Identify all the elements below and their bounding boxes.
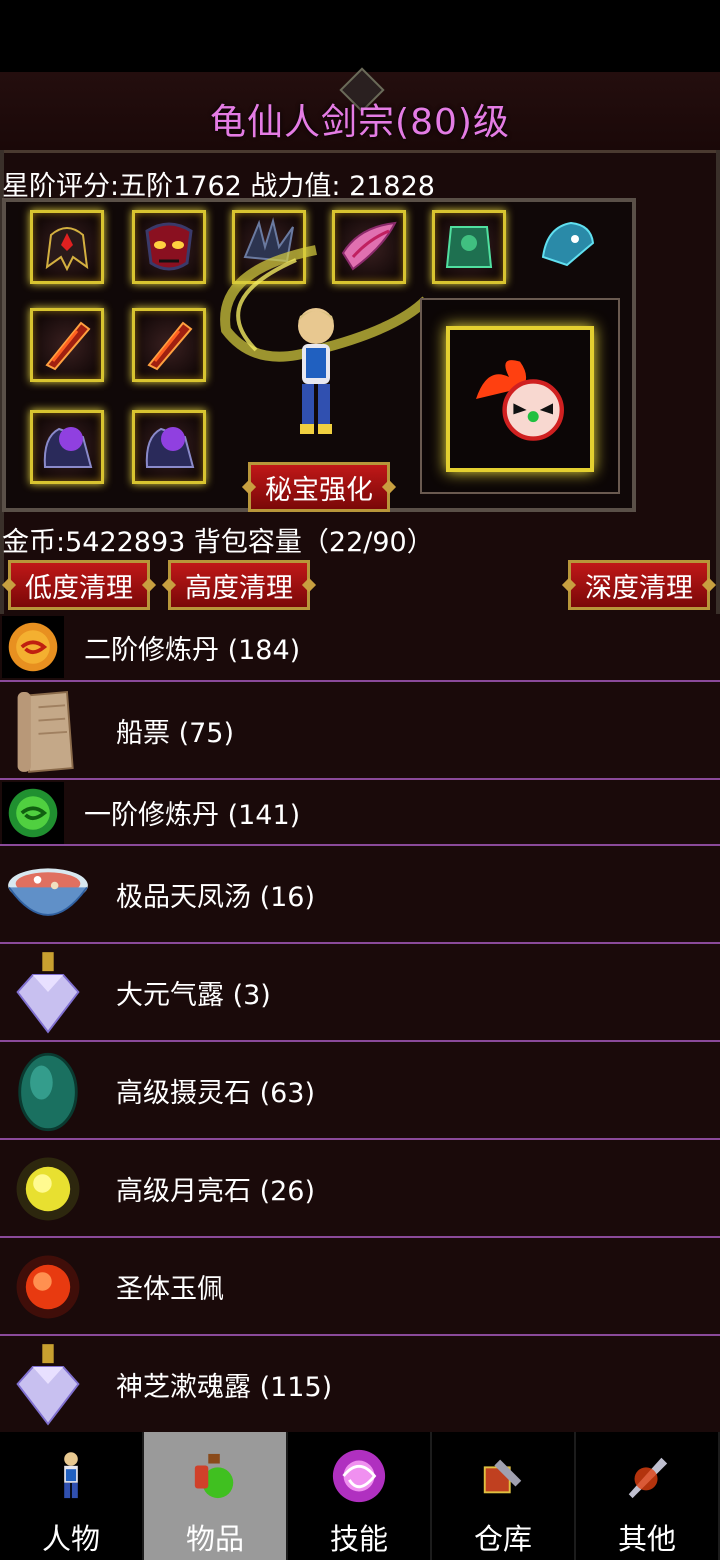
item-name: 圣体玉佩 bbox=[116, 1273, 224, 1305]
equip-slot-weapon-2[interactable] bbox=[132, 308, 206, 382]
list-item[interactable]: 二阶修炼丹 (184) bbox=[0, 614, 720, 682]
equip-slot-dragon[interactable] bbox=[530, 206, 604, 280]
sword-other-icon bbox=[617, 1446, 677, 1506]
item-name: 神芝漱魂露 (115) bbox=[116, 1371, 333, 1403]
tab-label: 物品 bbox=[185, 1522, 244, 1556]
purple-orb-boots-icon bbox=[43, 427, 93, 468]
item-name: 大元气露 (3) bbox=[116, 979, 271, 1011]
item-name: 极品天凤汤 (16) bbox=[116, 881, 316, 913]
equip-slot-boots-2[interactable] bbox=[132, 410, 206, 484]
tab-label: 技能 bbox=[329, 1522, 388, 1556]
list-item[interactable]: 一阶修炼丹 (141) bbox=[0, 780, 720, 846]
pet-slot[interactable] bbox=[446, 326, 594, 472]
tab-skills[interactable]: 技能 bbox=[288, 1432, 432, 1560]
tab-label: 人物 bbox=[41, 1522, 100, 1556]
bottom-tab-bar: 人物 物品 技能 仓库 其他 bbox=[0, 1432, 720, 1560]
purple-orb-boots-icon bbox=[145, 427, 195, 468]
low-clean-button[interactable]: 低度清理 bbox=[8, 560, 150, 610]
list-item[interactable]: 神芝漱魂露 (115) bbox=[0, 1336, 720, 1432]
character-icon bbox=[41, 1446, 101, 1506]
teal-stone-icon bbox=[4, 1048, 92, 1134]
tab-other[interactable]: 其他 bbox=[576, 1432, 720, 1560]
list-item[interactable]: 极品天凤汤 (16) bbox=[0, 846, 720, 944]
tab-label: 其他 bbox=[617, 1522, 676, 1556]
flame-blade-icon bbox=[45, 321, 91, 371]
item-name: 高级月亮石 (26) bbox=[116, 1175, 316, 1207]
scroll-ticket-icon bbox=[4, 688, 92, 774]
crystal-flask-icon bbox=[4, 948, 92, 1038]
treasure-enhance-button[interactable]: 秘宝强化 bbox=[248, 462, 390, 512]
item-name: 高级摄灵石 (63) bbox=[116, 1077, 316, 1109]
page-title: 龟仙人剑宗(80)级 bbox=[210, 102, 510, 143]
status-bar bbox=[0, 0, 720, 72]
inventory-list[interactable]: 二阶修炼丹 (184) 船票 (75) 一阶修炼丹 (141) 极品天凤汤 (1… bbox=[0, 614, 720, 1432]
gold-capacity-text: 金币:5422893 背包容量（22/90） bbox=[2, 527, 434, 558]
red-orb-icon bbox=[4, 1246, 92, 1328]
equip-slot-boots-1[interactable] bbox=[30, 410, 104, 484]
tab-character[interactable]: 人物 bbox=[0, 1432, 144, 1560]
skill-orb-icon bbox=[329, 1446, 389, 1506]
tab-label: 仓库 bbox=[473, 1522, 532, 1556]
warehouse-icon bbox=[473, 1446, 533, 1506]
deep-clean-button[interactable]: 深度清理 bbox=[568, 560, 710, 610]
equip-slot-mask[interactable] bbox=[132, 210, 206, 284]
tab-warehouse[interactable]: 仓库 bbox=[432, 1432, 576, 1560]
item-name: 船票 (75) bbox=[116, 717, 235, 749]
demon-mask-icon bbox=[145, 222, 193, 271]
tab-items[interactable]: 物品 bbox=[144, 1432, 288, 1560]
moonstone-icon bbox=[4, 1148, 92, 1230]
equip-slot-helmet[interactable] bbox=[30, 210, 104, 284]
helmet-icon bbox=[45, 227, 89, 272]
list-item[interactable]: 大元气露 (3) bbox=[0, 944, 720, 1042]
soup-bowl-icon bbox=[4, 854, 92, 936]
dragon-head-icon bbox=[541, 221, 595, 267]
list-item[interactable]: 高级月亮石 (26) bbox=[0, 1140, 720, 1238]
crystal-flask-icon bbox=[4, 1340, 92, 1430]
item-name: 一阶修炼丹 (141) bbox=[84, 799, 301, 831]
orange-pill-icon bbox=[2, 616, 64, 678]
jade-armor-icon bbox=[445, 226, 493, 268]
fire-spirit-pet-icon bbox=[476, 360, 564, 441]
flame-blade-icon bbox=[147, 321, 193, 371]
potion-icon bbox=[185, 1446, 245, 1506]
character-avatar bbox=[298, 308, 334, 434]
item-name: 二阶修炼丹 (184) bbox=[84, 634, 301, 666]
list-item[interactable]: 圣体玉佩 bbox=[0, 1238, 720, 1336]
high-clean-button[interactable]: 高度清理 bbox=[168, 560, 310, 610]
equip-slot-weapon-1[interactable] bbox=[30, 308, 104, 382]
green-pill-icon bbox=[2, 782, 64, 844]
list-item[interactable]: 高级摄灵石 (63) bbox=[0, 1042, 720, 1140]
list-item[interactable]: 船票 (75) bbox=[0, 682, 720, 780]
